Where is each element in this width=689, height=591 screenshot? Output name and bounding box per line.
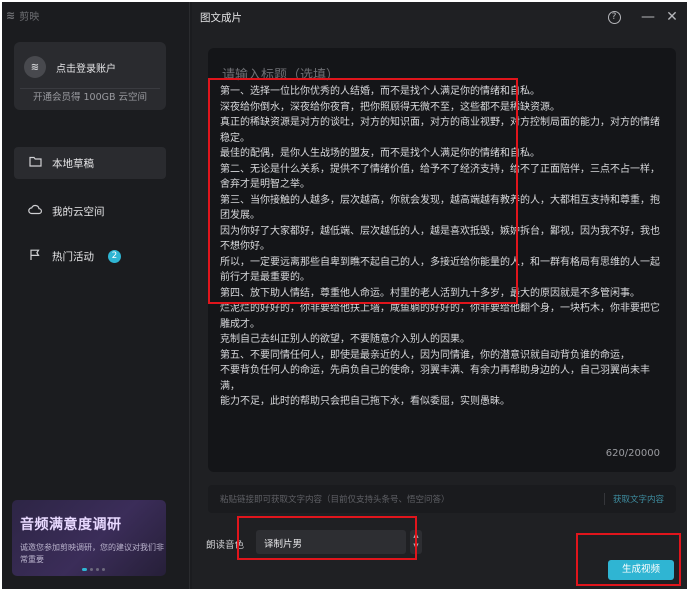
carousel-dot[interactable] bbox=[82, 568, 87, 571]
body-text-line: 因为你好了大家都好，越低端、层次越低的人，越是喜欢抵毁，嫉妒拆台，鄙视，因为我不… bbox=[220, 225, 660, 253]
body-text-line: 不要背负任何人的命运，先肩负自己的使命，羽翼丰满、有余力再帮助身边的人，自己羽翼… bbox=[220, 365, 650, 392]
body-text-line: 克制自己去纠正别人的欲望，不要随意介入别人的因果。 bbox=[220, 334, 470, 345]
banner-title: 音频满意度调研 bbox=[20, 517, 122, 533]
login-label[interactable]: 点击登录账户 bbox=[56, 60, 116, 75]
body-text-line: 真正的稀缺资源是对方的谈吐，对方的知识面，对方的商业视野，对方控制局面的能力，对… bbox=[220, 117, 660, 144]
link-input[interactable]: 粘贴链接即可获取文字内容（目前仅支持头条号、悟空问答） 获取文字内容 bbox=[208, 485, 676, 513]
character-counter: 620/20000 bbox=[605, 448, 660, 459]
body-text-line: 烂泥烂的好好的，你非要给他扶上墙，咸鱼躺的好好的，你非要给他翻个身，一块朽木，你… bbox=[220, 303, 660, 330]
body-text-line: 第四、放下助人情结，尊重他人命运。村里的老人活到九十多岁，最大的原因就是不多管闲… bbox=[220, 287, 640, 299]
app-logo-icon: ≋ bbox=[6, 8, 16, 22]
app-window: ≋ 剪映 ≋ 点击登录账户 开通会员得 100GB 云空间 本地草稿 我的云空间 bbox=[2, 2, 687, 589]
banner-subtitle: 诚邀您参加剪映调研，您的建议对我们非常重要 bbox=[20, 543, 164, 564]
body-text-line: 最佳的配偶，是你人生战场的盟友，而不是找个人满足你的情绪和自私。 bbox=[220, 148, 540, 159]
help-button[interactable]: ? bbox=[604, 7, 624, 27]
avatar[interactable]: ≋ bbox=[24, 56, 46, 78]
text-to-video-panel: 图文成片 ? — ✕ 请输入标题（选填） 第一、选择一位比你优秀的人结婚，而不是… bbox=[192, 2, 687, 589]
minimize-icon[interactable]: — bbox=[638, 7, 658, 27]
cloud-icon bbox=[28, 204, 42, 218]
body-text-line: 第二、无论是什么关系，提供不了情绪价值，给予不了经济支持，给不了正面陪伴，三点不… bbox=[220, 163, 660, 191]
fetch-text-button[interactable]: 获取文字内容 bbox=[603, 493, 664, 505]
help-icon: ? bbox=[607, 11, 621, 24]
sidebar-item-cloud-space[interactable]: 我的云空间 bbox=[14, 195, 166, 227]
vip-promo[interactable]: 开通会员得 100GB 云空间 bbox=[14, 88, 166, 108]
sidebar: ≋ 剪映 ≋ 点击登录账户 开通会员得 100GB 云空间 本地草稿 我的云空间 bbox=[2, 2, 190, 589]
brand: ≋ 剪映 bbox=[6, 8, 40, 23]
login-row[interactable]: ≋ 点击登录账户 bbox=[24, 56, 116, 78]
brand-name: 剪映 bbox=[19, 11, 40, 23]
carousel-dots[interactable] bbox=[82, 568, 105, 571]
body-text-line: 深夜给你倒水，深夜给你夜宵，把你照顾得无微不至，这些都不是稀缺资源。 bbox=[220, 101, 560, 113]
chevron-up-icon[interactable]: ▲ bbox=[410, 530, 422, 541]
body-text-area[interactable]: 第一、选择一位比你优秀的人结婚，而不是找个人满足你的情绪和自私。深夜给你倒水，深… bbox=[220, 84, 668, 410]
link-input-placeholder[interactable]: 粘贴链接即可获取文字内容（目前仅支持头条号、悟空问答） bbox=[220, 493, 450, 505]
voice-select[interactable]: 译制片男 bbox=[256, 530, 406, 554]
carousel-dot[interactable] bbox=[102, 568, 105, 571]
body-text-line: 第五、不要同情任何人，即使是最亲近的人，因为同情谁，你的潜意识就自动背负谁的命运… bbox=[220, 349, 630, 361]
title-input[interactable]: 请输入标题（选填） bbox=[222, 64, 339, 83]
text-editor[interactable]: 请输入标题（选填） 第一、选择一位比你优秀的人结婚，而不是找个人满足你的情绪和自… bbox=[208, 48, 676, 472]
body-text-line: 所以，一定要远离那些自卑到瞧不起自己的人，多接近给你能量的人，和一群有格局有思维… bbox=[220, 256, 660, 284]
sidebar-item-label: 热门活动 bbox=[52, 250, 94, 263]
sidebar-item-local-drafts[interactable]: 本地草稿 bbox=[14, 147, 166, 179]
sidebar-item-hot-events[interactable]: 热门活动 2 bbox=[14, 240, 166, 272]
notification-badge: 2 bbox=[108, 249, 121, 263]
carousel-dot[interactable] bbox=[90, 568, 93, 571]
folder-icon bbox=[28, 156, 42, 170]
login-card[interactable]: ≋ 点击登录账户 开通会员得 100GB 云空间 bbox=[14, 42, 166, 110]
body-text-line: 能力不足，此时的帮助只会把自己拖下水，看似委屈，实则愚昧。 bbox=[220, 396, 510, 407]
voice-label: 朗读音色 bbox=[206, 540, 245, 551]
voice-selected-value[interactable]: 译制片男 bbox=[264, 536, 302, 550]
survey-banner[interactable]: 音频满意度调研 诚邀您参加剪映调研，您的建议对我们非常重要 bbox=[12, 500, 166, 576]
chevron-down-icon[interactable]: ▼ bbox=[410, 541, 422, 552]
panel-title: 图文成片 bbox=[200, 12, 242, 24]
panel-title-bar: 图文成片 ? — ✕ bbox=[192, 2, 687, 32]
body-text-line: 第三、当你接触的人越多，层次越高，你就会发现，越高端越有教养的人，大都相互支持和… bbox=[220, 194, 660, 222]
sidebar-item-label: 我的云空间 bbox=[52, 205, 105, 218]
body-text-line: 第一、选择一位比你优秀的人结婚，而不是找个人满足你的情绪和自私。 bbox=[220, 86, 540, 97]
close-icon[interactable]: ✕ bbox=[662, 7, 682, 27]
generate-video-button[interactable]: 生成视频 bbox=[608, 560, 674, 580]
carousel-dot[interactable] bbox=[96, 568, 99, 571]
sidebar-item-label: 本地草稿 bbox=[52, 157, 94, 170]
voice-stepper[interactable]: ▲ ▼ bbox=[410, 530, 422, 554]
flag-icon bbox=[28, 249, 42, 264]
